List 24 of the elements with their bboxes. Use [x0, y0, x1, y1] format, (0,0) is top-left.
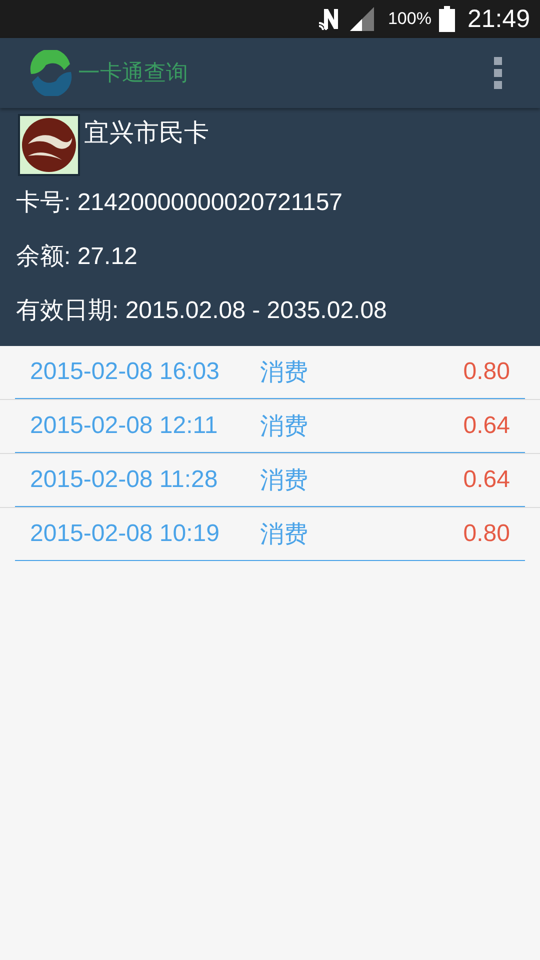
app-logo-icon: [28, 50, 74, 96]
clock: 21:49: [467, 4, 530, 34]
transaction-amount: 0.64: [463, 412, 510, 440]
transaction-time: 2015-02-08 10:19: [30, 520, 220, 548]
battery-percent: 100%: [388, 9, 432, 29]
card-info-text: 有效日期: 2015.02.08 - 2035.02.08: [16, 296, 388, 326]
app-title: 一卡通查询: [78, 59, 188, 87]
transaction-type: 消费: [260, 358, 309, 388]
transaction-type: 消费: [260, 520, 309, 550]
transaction-amount: 0.64: [463, 466, 510, 494]
transaction-type: 消费: [260, 412, 309, 442]
card-name: 宜兴市民卡: [84, 118, 209, 149]
overflow-menu-icon[interactable]: [494, 57, 504, 89]
signal-icon: [350, 7, 374, 31]
transaction-amount: 0.80: [463, 358, 510, 386]
battery-icon: [439, 6, 456, 32]
card-info-text: 余额: 27.12: [16, 242, 138, 272]
transaction-time: 2015-02-08 11:28: [30, 466, 219, 494]
transaction-amount: 0.80: [463, 520, 510, 548]
transaction-time: 2015-02-08 16:03: [30, 358, 220, 386]
transaction-time: 2015-02-08 12:11: [30, 412, 219, 440]
transaction-type: 消费: [260, 466, 309, 496]
card-logo-icon: [18, 114, 80, 176]
card-info-text: 卡号: 21420000000020721157: [16, 188, 344, 218]
